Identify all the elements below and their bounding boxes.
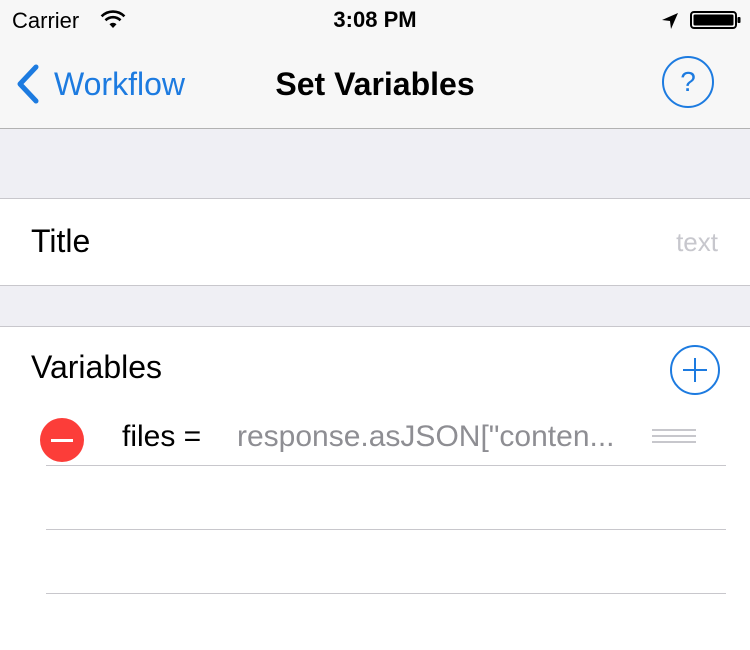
status-time: 3:08 PM <box>333 7 417 32</box>
variable-row: files = response.asJSON["conten... <box>0 402 750 466</box>
add-variable-button[interactable] <box>670 345 720 395</box>
navigation-bar: Workflow Set Variables ? <box>0 40 750 129</box>
help-button[interactable]: ? <box>662 56 714 108</box>
empty-variable-row[interactable] <box>0 530 750 594</box>
variables-section: Variables files = response.asJSON["conte… <box>0 327 750 650</box>
section-spacer <box>0 286 750 327</box>
delete-variable-button[interactable] <box>40 418 84 462</box>
variable-value[interactable]: response.asJSON["conten... <box>237 420 647 454</box>
row-divider <box>46 593 726 594</box>
title-label: Title <box>31 223 91 259</box>
variable-name[interactable]: files = <box>122 420 201 454</box>
section-spacer <box>0 129 750 199</box>
question-mark-icon: ? <box>680 66 696 97</box>
title-row: Title <box>0 199 750 286</box>
empty-variable-row[interactable] <box>0 466 750 530</box>
page-title: Set Variables <box>275 66 475 102</box>
location-arrow-icon <box>662 13 678 29</box>
reorder-handle-icon[interactable] <box>652 429 696 447</box>
status-bar: Carrier 3:08 PM <box>0 0 750 40</box>
variables-label: Variables <box>31 349 163 385</box>
battery-icon <box>690 11 741 29</box>
title-input[interactable] <box>296 221 720 263</box>
